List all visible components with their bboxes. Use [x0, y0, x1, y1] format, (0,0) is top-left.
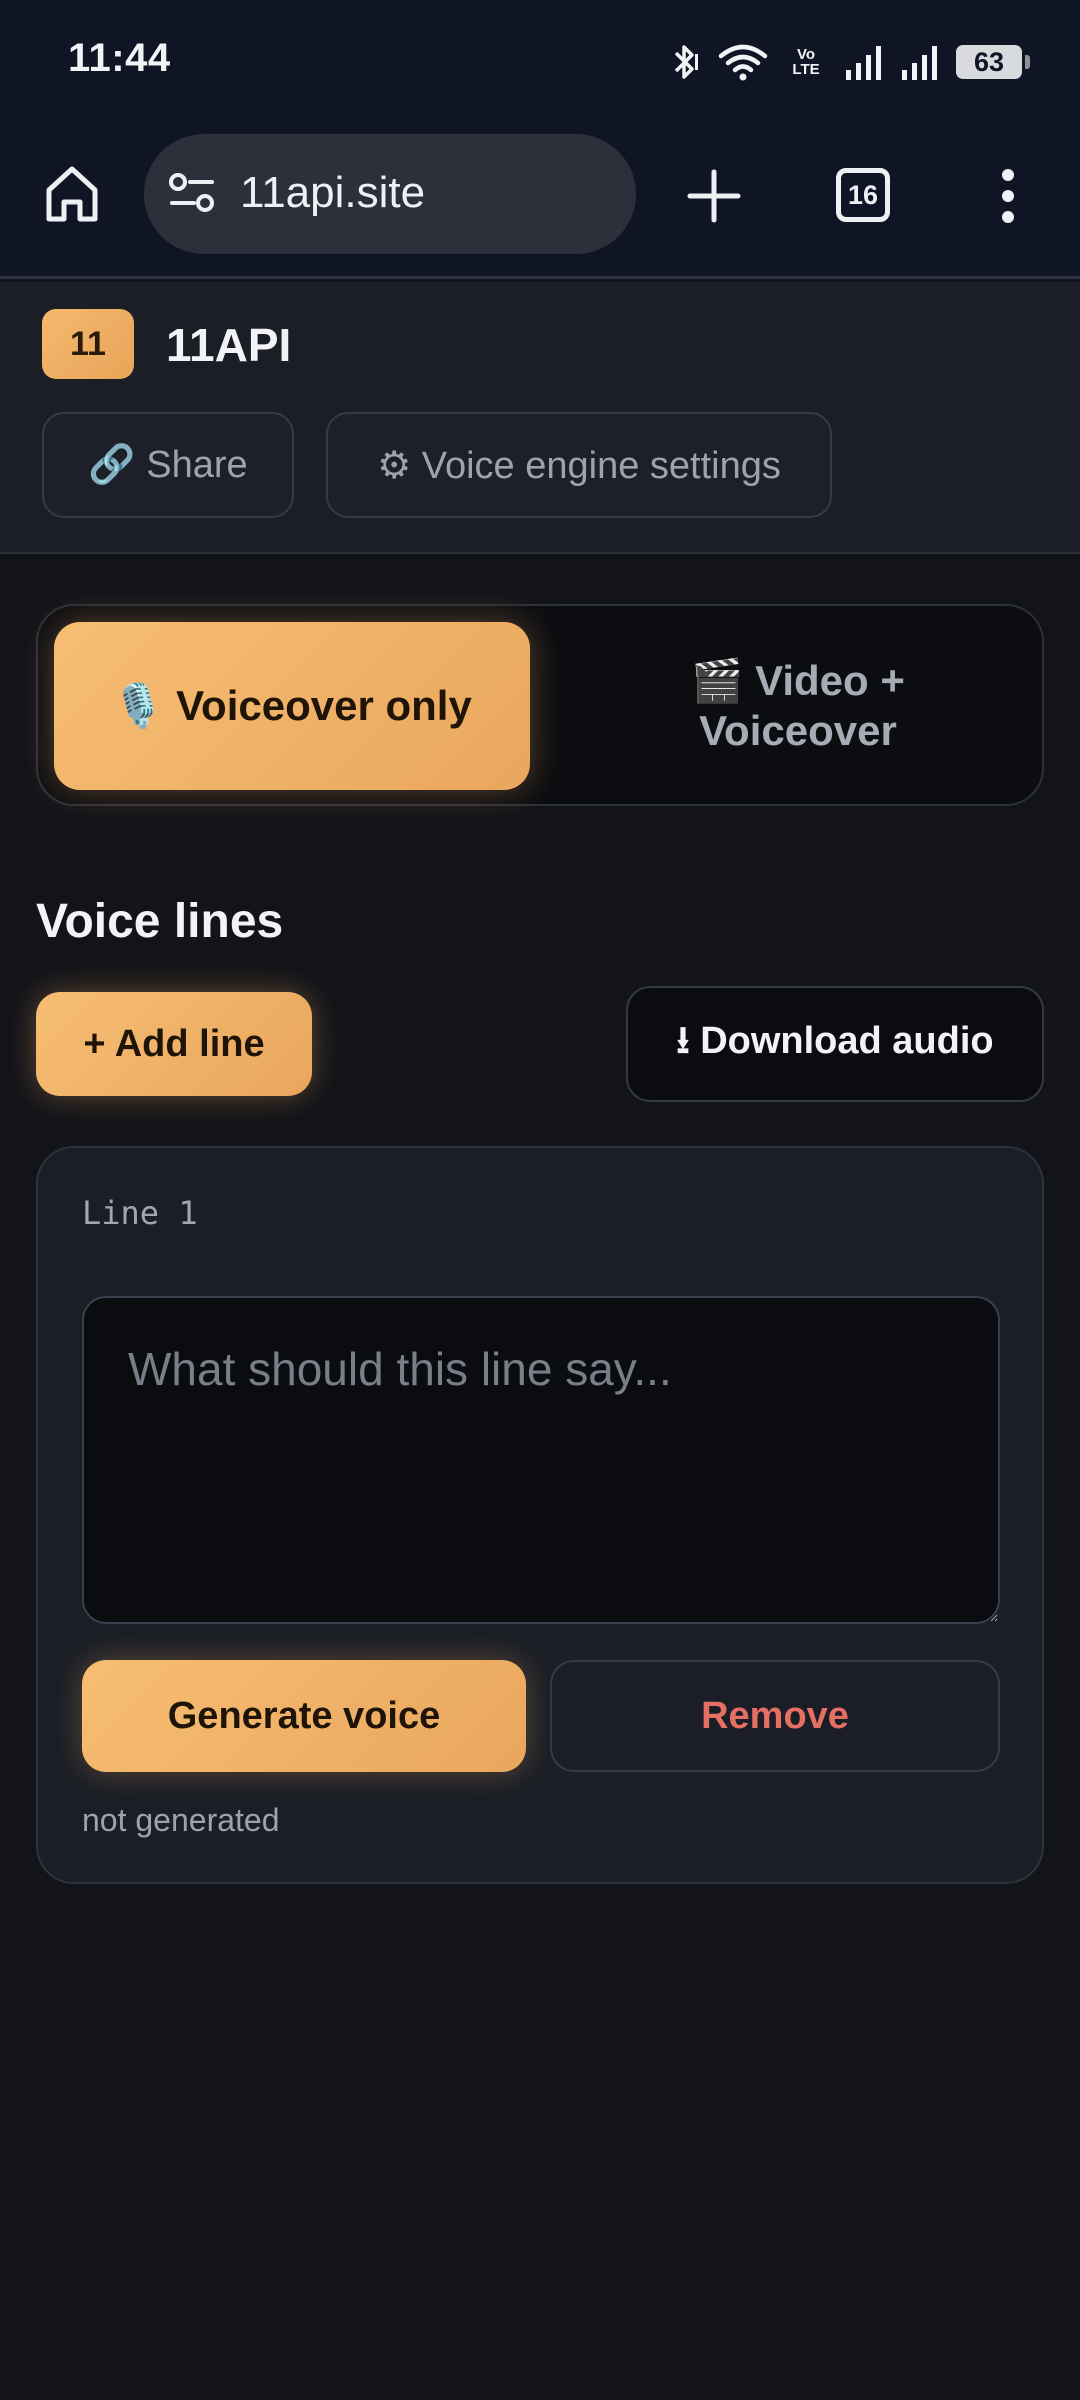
voice-engine-settings-button[interactable]: ⚙ Voice engine settings	[326, 412, 832, 518]
video-voiceover-label-line1: 🎬 Video +	[691, 657, 905, 704]
new-tab-plus-icon[interactable]	[686, 168, 742, 224]
voiceover-only-option[interactable]: 🎙️ Voiceover only	[54, 622, 530, 790]
line-status: not generated	[82, 1802, 280, 1838]
url-bar[interactable]: 11api.site	[144, 134, 636, 254]
mode-toggle: 🎙️ Voiceover only 🎬 Video + Voiceover	[36, 604, 1044, 806]
voice-line-card: Line 1 Generate voice Remove not generat…	[36, 1146, 1044, 1884]
line-label: Line 1	[82, 1194, 198, 1232]
browser-toolbar: 11api.site 16	[0, 124, 1080, 279]
line-text-input[interactable]	[82, 1296, 1000, 1624]
voice-lines-title: Voice lines	[36, 895, 284, 948]
generate-voice-button[interactable]: Generate voice	[82, 1660, 526, 1772]
battery-icon: 63	[956, 45, 1030, 79]
video-voiceover-label-line2: Voiceover	[699, 707, 897, 754]
status-icons: Vo LTE 63	[668, 40, 1030, 84]
add-line-button[interactable]: + Add line	[36, 992, 312, 1096]
url-text: 11api.site	[240, 168, 426, 217]
remove-line-button[interactable]: Remove	[550, 1660, 1000, 1772]
video-voiceover-option[interactable]: 🎬 Video + Voiceover	[578, 622, 1018, 790]
site-settings-icon[interactable]	[168, 172, 216, 214]
wifi-icon	[718, 44, 768, 81]
status-time: 11:44	[68, 36, 171, 80]
brand-logo-badge: 11	[42, 309, 134, 379]
bluetooth-icon	[674, 45, 698, 79]
home-icon[interactable]	[44, 164, 100, 224]
overflow-menu-icon[interactable]	[996, 168, 1020, 224]
app-header: 11 11API 🔗 Share ⚙ Voice engine settings	[0, 282, 1080, 554]
signal-icon	[846, 46, 881, 80]
share-button[interactable]: 🔗 Share	[42, 412, 294, 518]
status-bar: 11:44 Vo LTE 63	[0, 0, 1080, 124]
tab-switcher-icon[interactable]: 16	[836, 168, 890, 222]
volte-icon: Vo LTE	[792, 46, 820, 78]
signal-icon	[902, 46, 937, 80]
download-audio-button[interactable]: ⭳ Download audio	[626, 986, 1044, 1102]
brand-name: 11API	[166, 319, 292, 371]
